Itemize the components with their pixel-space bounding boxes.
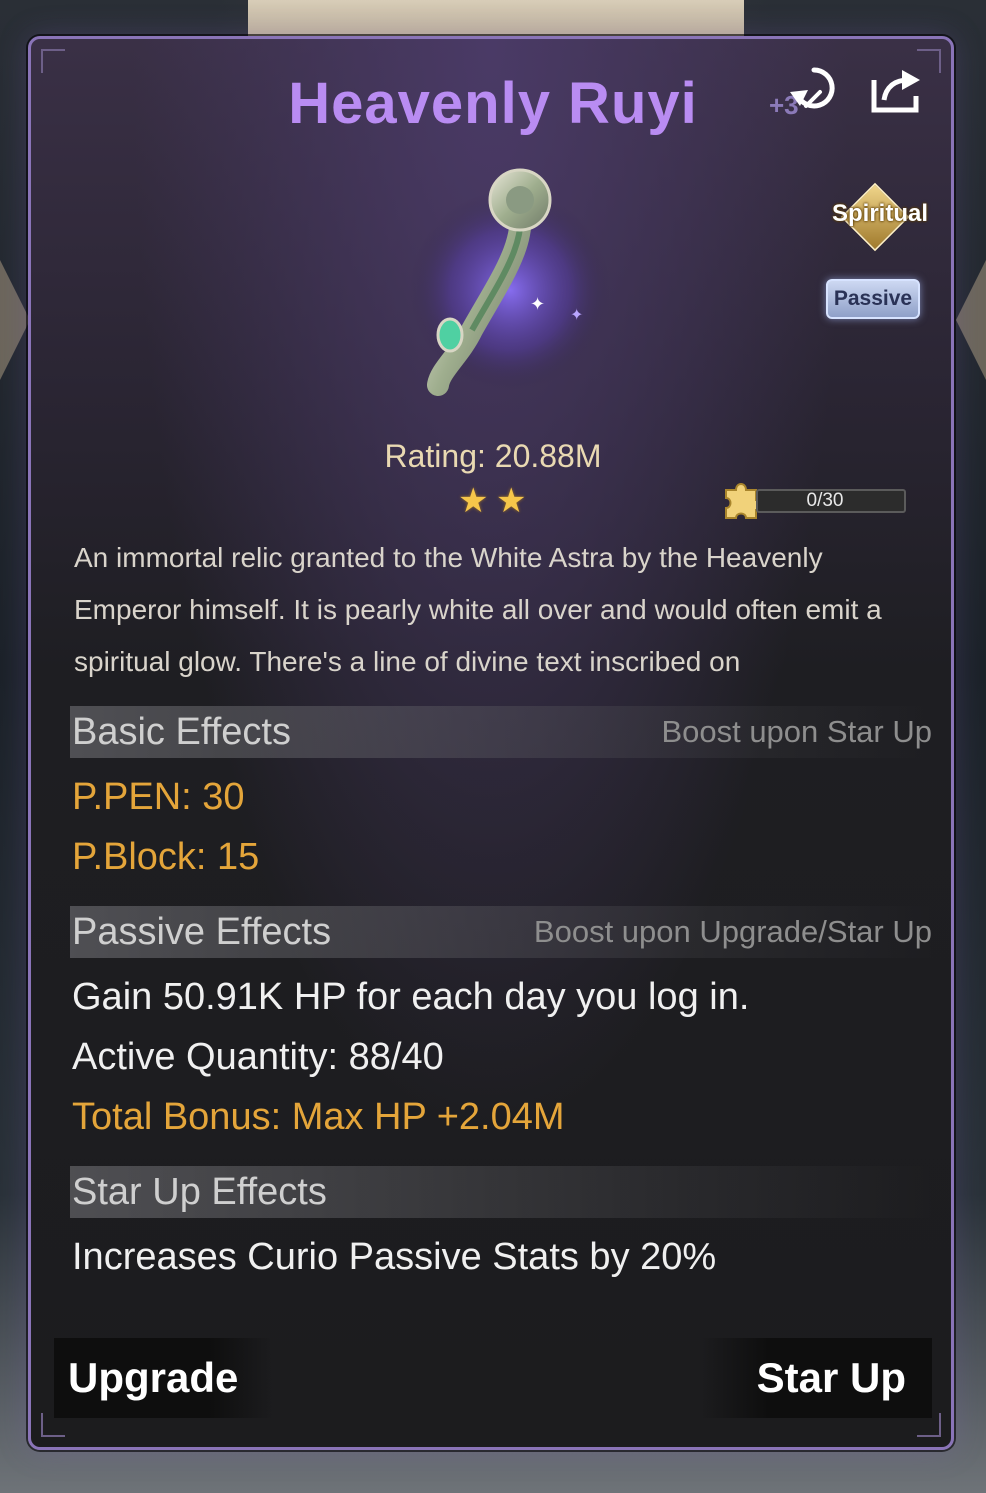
basic-effects-title: Basic Effects: [72, 711, 291, 753]
star-up-button[interactable]: Star Up: [700, 1338, 932, 1418]
total-bonus: Total Bonus: Max HP +2.04M: [72, 1096, 565, 1138]
star-icon: ★: [496, 482, 527, 520]
svg-text:✦: ✦: [530, 294, 545, 314]
shard-count: 0/30: [806, 490, 844, 511]
background-card: [248, 0, 744, 40]
rating: Rating: 20.88M: [384, 438, 602, 474]
passive-tag: Passive: [826, 279, 920, 319]
passive-effects-title: Passive Effects: [72, 911, 332, 953]
spiritual-tag: Spiritual: [832, 182, 929, 252]
passive-effects-header: Passive Effects Boost upon Upgrade/Star …: [70, 906, 934, 958]
star-up-effects-title: Star Up Effects: [72, 1171, 327, 1213]
spiritual-tag-label: Spiritual: [832, 200, 929, 227]
curio-image: ✦ ✦: [380, 160, 620, 420]
upgrade-button[interactable]: Upgrade: [54, 1338, 274, 1418]
stat-p-pen: P.PEN: 30: [72, 776, 245, 818]
star-up-effects-header: Star Up Effects: [70, 1166, 934, 1218]
passive-effects-subtitle: Boost upon Upgrade/Star Up: [533, 914, 932, 949]
star-icon: ★: [458, 482, 489, 520]
basic-effects-header: Basic Effects Boost upon Star Up: [70, 706, 934, 758]
star-up-effect-text: Increases Curio Passive Stats by 20%: [72, 1236, 717, 1278]
passive-effect-text: Gain 50.91K HP for each day you log in.: [72, 976, 750, 1018]
star-rating: ★ ★: [458, 484, 538, 518]
svg-text:✦: ✦: [570, 307, 583, 324]
share-icon[interactable]: [868, 62, 924, 118]
curio-description[interactable]: An immortal relic granted to the White A…: [74, 532, 914, 682]
shard-progress-bar: 0/30: [756, 489, 906, 513]
stat-p-block: P.Block: 15: [72, 836, 260, 878]
basic-effects-subtitle: Boost upon Star Up: [661, 714, 932, 749]
refresh-icon[interactable]: [786, 62, 842, 118]
active-quantity: Active Quantity: 88/40: [72, 1036, 444, 1078]
